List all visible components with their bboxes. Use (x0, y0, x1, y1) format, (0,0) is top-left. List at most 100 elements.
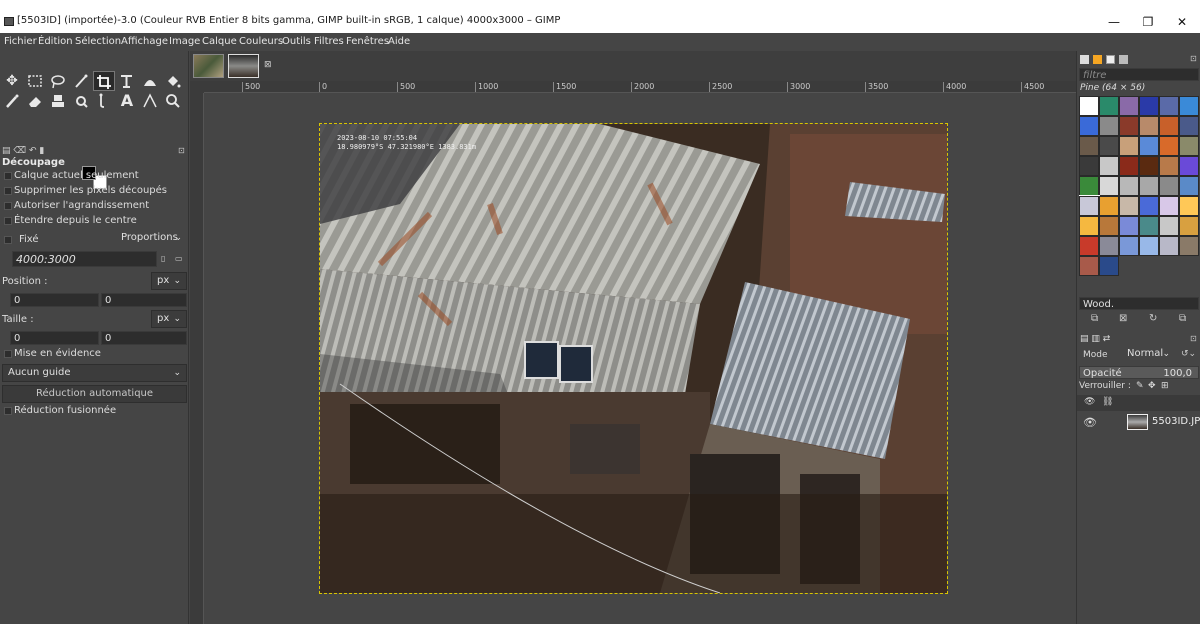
measure-tool-icon[interactable] (139, 91, 161, 111)
pattern-swatch[interactable] (1119, 116, 1139, 136)
pattern-swatch[interactable] (1159, 156, 1179, 176)
pattern-swatch[interactable] (1099, 96, 1119, 116)
text-tool-icon[interactable]: A (116, 91, 138, 111)
pattern-swatch[interactable] (1079, 136, 1099, 156)
ratio-input[interactable]: 4000:3000 (12, 251, 157, 267)
menu-selection[interactable]: Sélection (75, 36, 121, 47)
smudge-tool-icon[interactable] (70, 91, 92, 111)
menu-affichage[interactable]: Affichage (121, 36, 168, 47)
lock-pixels-icon[interactable]: ✎ (1136, 381, 1144, 391)
pattern-swatch[interactable] (1119, 216, 1139, 236)
pattern-swatch[interactable] (1079, 256, 1099, 276)
paths-tool-icon[interactable] (93, 91, 115, 111)
duplicate-pattern-icon[interactable]: ⧉ (1091, 313, 1098, 324)
pattern-swatch[interactable] (1139, 176, 1159, 196)
gradients-tab-icon[interactable] (1119, 55, 1128, 64)
close-tab-icon[interactable]: ⊠ (264, 60, 272, 70)
size-unit-dropdown[interactable]: px ⌄ (151, 310, 187, 328)
menu-calque[interactable]: Calque (202, 36, 237, 47)
pattern-swatch[interactable] (1099, 116, 1119, 136)
highlight-checkbox[interactable] (4, 350, 12, 358)
lock-alpha-icon[interactable]: ⊞ (1161, 381, 1169, 391)
landscape-icon[interactable]: ▭ (175, 254, 183, 263)
pattern-swatch[interactable] (1119, 136, 1139, 156)
size-width-input[interactable]: 0 (10, 331, 99, 345)
pattern-swatch[interactable] (1139, 236, 1159, 256)
menu-fichier[interactable]: Fichier (4, 36, 37, 47)
pattern-swatch[interactable] (1179, 116, 1199, 136)
bucket-fill-tool-icon[interactable] (162, 71, 184, 91)
image-tab-thumbnail-2[interactable] (228, 54, 259, 78)
pattern-swatch[interactable] (1079, 96, 1100, 117)
delete-pattern-icon[interactable]: ⊠ (1119, 313, 1127, 324)
pattern-swatch[interactable] (1179, 216, 1199, 236)
pattern-swatch[interactable] (1139, 96, 1159, 116)
pattern-swatch[interactable] (1079, 116, 1099, 136)
pattern-swatch[interactable] (1099, 236, 1119, 256)
guide-dropdown[interactable]: Aucun guide ⌄ (2, 364, 187, 382)
pattern-swatch[interactable] (1159, 116, 1179, 136)
fixed-checkbox[interactable] (4, 236, 12, 244)
menu-outils[interactable]: Outils (282, 36, 311, 47)
patterns-tab-icon[interactable] (1093, 55, 1102, 64)
pattern-swatch[interactable] (1179, 156, 1199, 176)
zoom-tool-icon[interactable] (162, 91, 184, 111)
pattern-swatch[interactable] (1139, 196, 1159, 216)
expand-center-checkbox[interactable] (4, 217, 12, 225)
eraser-tool-icon[interactable] (24, 91, 46, 111)
pattern-swatch[interactable] (1179, 236, 1199, 256)
move-tool-icon[interactable]: ✥ (1, 71, 23, 91)
warp-tool-icon[interactable] (139, 71, 161, 91)
position-y-input[interactable]: 0 (101, 293, 187, 307)
fixed-mode-dropdown[interactable]: Proportions ⌄ (116, 230, 187, 248)
current-layer-only-checkbox[interactable] (4, 172, 12, 180)
tool-options-tabs[interactable]: ▤ ⌫ ↶ ▮ (2, 146, 44, 156)
size-height-input[interactable]: 0 (101, 331, 187, 345)
rect-select-tool-icon[interactable] (24, 71, 46, 91)
fonts-tab-icon[interactable] (1106, 55, 1115, 64)
pattern-swatch[interactable] (1079, 216, 1099, 236)
open-folder-icon[interactable]: ⧉ (1179, 313, 1186, 324)
pattern-swatch[interactable] (1119, 196, 1139, 216)
pattern-swatch[interactable] (1159, 96, 1179, 116)
pattern-swatch[interactable] (1079, 236, 1099, 256)
pattern-swatch[interactable] (1139, 216, 1159, 236)
position-unit-dropdown[interactable]: px ⌄ (151, 272, 187, 290)
minimize-button[interactable]: — (1104, 14, 1124, 30)
lasso-tool-icon[interactable] (47, 71, 69, 91)
paintbrush-tool-icon[interactable] (1, 91, 23, 111)
pattern-swatch[interactable] (1159, 136, 1179, 156)
menu-fenetres[interactable]: Fenêtres (346, 36, 389, 47)
pattern-swatch[interactable] (1139, 156, 1159, 176)
horizontal-ruler[interactable]: 500 0 500 1000 1500 2000 2500 3000 3500 … (204, 81, 1076, 93)
allow-growing-checkbox[interactable] (4, 202, 12, 210)
layer-row[interactable]: 👁 5503ID.JP (1077, 412, 1200, 434)
delete-cropped-checkbox[interactable] (4, 187, 12, 195)
menu-filtres[interactable]: Filtres (314, 36, 344, 47)
pattern-swatch[interactable] (1099, 256, 1119, 276)
image-tab-thumbnail-1[interactable] (193, 54, 224, 78)
transform-tool-icon[interactable] (116, 71, 138, 91)
pattern-swatch[interactable] (1099, 156, 1119, 176)
menu-edition[interactable]: Édition (38, 36, 73, 47)
shrink-merged-checkbox[interactable] (4, 407, 12, 415)
pattern-swatch[interactable] (1139, 136, 1159, 156)
image-canvas[interactable]: 2023-08-10 07:55:04 18.980979°S 47.32198… (319, 123, 948, 594)
pattern-swatch[interactable] (1179, 196, 1199, 216)
pattern-swatch[interactable] (1099, 136, 1119, 156)
pattern-swatch[interactable] (1099, 176, 1119, 196)
pattern-swatch[interactable] (1119, 96, 1139, 116)
vertical-ruler[interactable] (190, 93, 204, 624)
pattern-swatch[interactable] (1099, 196, 1119, 216)
auto-shrink-button[interactable]: Réduction automatique (2, 385, 187, 403)
maximize-button[interactable]: ❐ (1138, 14, 1158, 30)
crop-tool-icon[interactable] (93, 71, 115, 91)
pattern-swatch[interactable] (1119, 236, 1139, 256)
portrait-icon[interactable]: ▯ (161, 254, 165, 263)
lock-position-icon[interactable]: ✥ (1148, 381, 1156, 391)
pattern-grid[interactable] (1079, 96, 1199, 293)
clone-tool-icon[interactable] (47, 91, 69, 111)
panel-config-icon[interactable]: ⊡ (178, 146, 185, 155)
pattern-swatch[interactable] (1139, 116, 1159, 136)
menu-aide[interactable]: Aide (388, 36, 410, 47)
